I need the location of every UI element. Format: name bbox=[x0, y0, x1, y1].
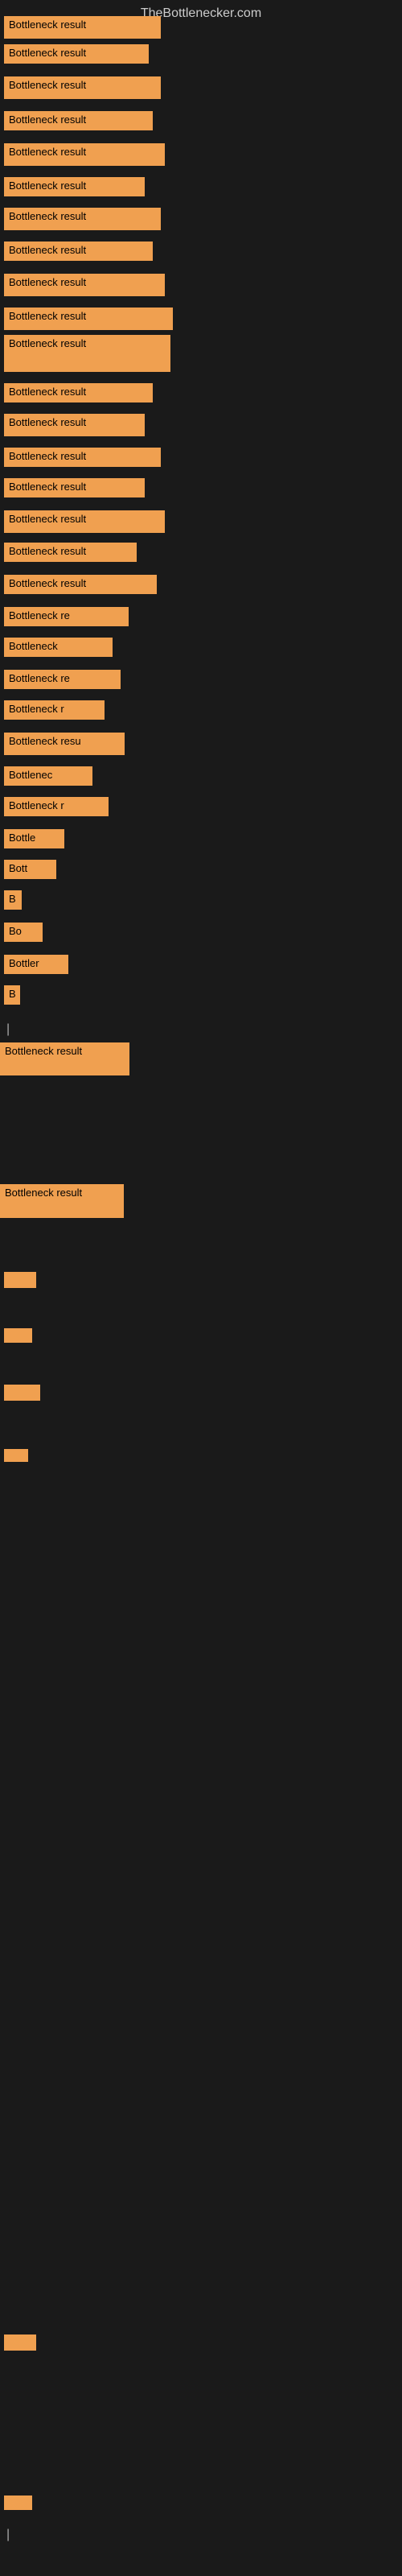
bottleneck-bar-37 bbox=[4, 2334, 36, 2351]
bottleneck-bar-32: Bottleneck result bbox=[0, 1184, 124, 1218]
bottleneck-bar-4: Bottleneck result bbox=[4, 143, 165, 166]
bottleneck-bar-12: Bottleneck result bbox=[4, 414, 145, 436]
bottleneck-bar-38 bbox=[4, 2496, 32, 2510]
bottleneck-bar-29: Bottler bbox=[4, 955, 68, 974]
bottleneck-bar-30: B bbox=[4, 985, 20, 1005]
bottleneck-bar-24: Bottleneck r bbox=[4, 797, 109, 816]
bottleneck-bar-15: Bottleneck result bbox=[4, 510, 165, 533]
bottleneck-bar-10: Bottleneck result bbox=[4, 335, 170, 372]
cursor-indicator: | bbox=[6, 1022, 10, 1037]
bottleneck-bar-17: Bottleneck result bbox=[4, 575, 157, 594]
bottleneck-bar-16: Bottleneck result bbox=[4, 543, 137, 562]
bottleneck-bar-27: B bbox=[4, 890, 22, 910]
bottleneck-bar-1: Bottleneck result bbox=[4, 44, 149, 64]
bottleneck-bar-26: Bott bbox=[4, 860, 56, 879]
bottleneck-bar-11: Bottleneck result bbox=[4, 383, 153, 402]
bottleneck-bar-18: Bottleneck re bbox=[4, 607, 129, 626]
bottleneck-bar-35 bbox=[4, 1385, 40, 1401]
bottleneck-bar-5: Bottleneck result bbox=[4, 177, 145, 196]
bottleneck-bar-3: Bottleneck result bbox=[4, 111, 153, 130]
bottleneck-bar-21: Bottleneck r bbox=[4, 700, 105, 720]
bottleneck-bar-14: Bottleneck result bbox=[4, 478, 145, 497]
bottleneck-bar-28: Bo bbox=[4, 923, 43, 942]
bottleneck-bar-22: Bottleneck resu bbox=[4, 733, 125, 755]
bottleneck-bar-19: Bottleneck bbox=[4, 638, 113, 657]
bottleneck-bar-9: Bottleneck result bbox=[4, 308, 173, 330]
bottleneck-bar-20: Bottleneck re bbox=[4, 670, 121, 689]
bottleneck-bar-25: Bottle bbox=[4, 829, 64, 848]
bottleneck-bar-33 bbox=[4, 1272, 36, 1288]
bottleneck-bar-23: Bottlenec bbox=[4, 766, 92, 786]
bottleneck-bar-6: Bottleneck result bbox=[4, 208, 161, 230]
bottleneck-bar-7: Bottleneck result bbox=[4, 242, 153, 261]
bottleneck-bar-34 bbox=[4, 1328, 32, 1343]
bottleneck-bar-36 bbox=[4, 1449, 28, 1462]
bottleneck-bar-8: Bottleneck result bbox=[4, 274, 165, 296]
bottleneck-bar-31: Bottleneck result bbox=[0, 1042, 129, 1075]
bottleneck-bar-2: Bottleneck result bbox=[4, 76, 161, 99]
bottleneck-bar-0: Bottleneck result bbox=[4, 16, 161, 39]
bottleneck-bar-13: Bottleneck result bbox=[4, 448, 161, 467]
cursor-indicator-2: | bbox=[6, 2528, 10, 2542]
